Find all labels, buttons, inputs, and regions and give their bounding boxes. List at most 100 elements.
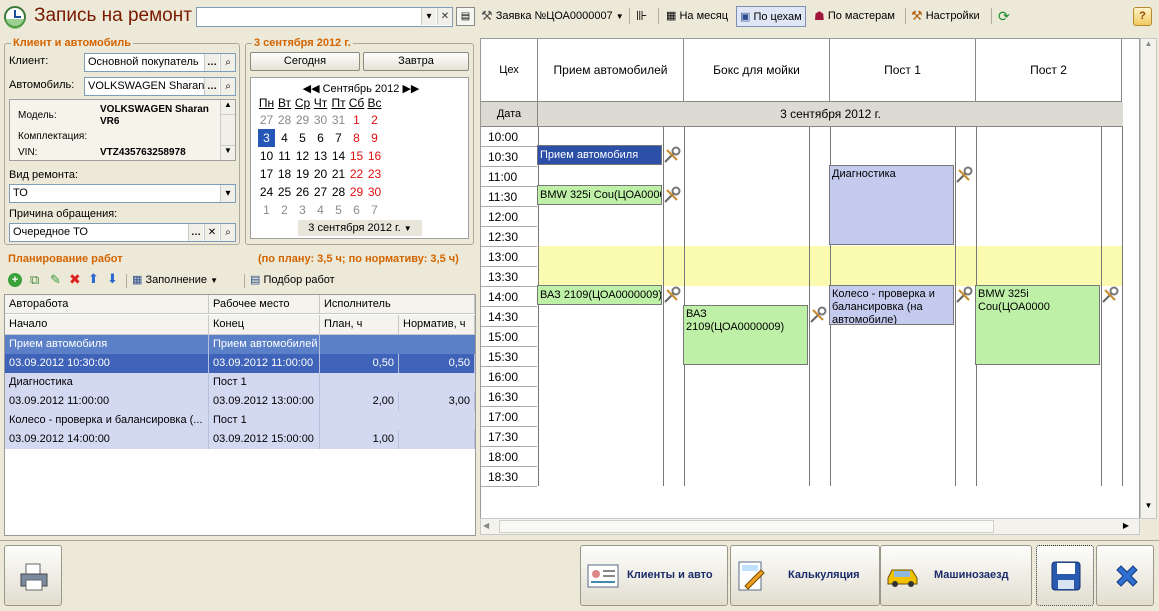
- calendar-day[interactable]: 4: [276, 129, 293, 147]
- clear-icon[interactable]: ✕: [204, 224, 219, 241]
- calendar-day[interactable]: 18: [276, 165, 293, 183]
- calendar-day[interactable]: 30: [366, 183, 383, 201]
- calendar-day[interactable]: 26: [294, 183, 311, 201]
- calendar-day[interactable]: 11: [276, 147, 293, 165]
- column-header[interactable]: Прием автомобилей: [538, 39, 684, 102]
- schedule-vscrollbar[interactable]: ▲ ▼: [1140, 38, 1157, 519]
- schedule-event[interactable]: Диагностика: [829, 165, 954, 245]
- repair-tool-icon[interactable]: [663, 146, 681, 164]
- calendar-day[interactable]: 13: [312, 147, 329, 165]
- calendar-day[interactable]: 7: [330, 129, 347, 147]
- table-cell[interactable]: Прием автомобилей: [209, 335, 320, 354]
- table-cell[interactable]: 03.09.2012 11:00:00: [209, 354, 320, 373]
- scroll-up-icon[interactable]: ▲: [221, 100, 235, 115]
- table-cell[interactable]: 3,00: [399, 392, 475, 411]
- scroll-up-icon[interactable]: ▲: [1141, 39, 1156, 56]
- calendar-day[interactable]: 7: [366, 201, 383, 219]
- pick-works-button[interactable]: ▤ Подбор работ: [250, 273, 335, 286]
- edit-icon[interactable]: ✎: [50, 272, 61, 288]
- calendar-day[interactable]: 30: [312, 111, 329, 129]
- table-cell[interactable]: 0,50: [399, 354, 475, 373]
- scroll-right-icon[interactable]: ▶: [1123, 521, 1129, 530]
- table-cell[interactable]: 03.09.2012 15:00:00: [209, 430, 320, 449]
- search-icon[interactable]: ⌕: [220, 54, 235, 71]
- structure-button[interactable]: ⊪: [636, 6, 652, 26]
- save-button[interactable]: [1036, 545, 1094, 606]
- col-end[interactable]: Конец: [209, 315, 320, 335]
- col-norm[interactable]: Норматив, ч: [399, 315, 475, 335]
- table-cell[interactable]: Пост 1: [209, 373, 320, 392]
- dropdown-icon[interactable]: ▾: [421, 8, 436, 25]
- ellipsis-icon[interactable]: …: [188, 224, 203, 241]
- calendar-day[interactable]: 10: [258, 147, 275, 165]
- repair-tool-icon[interactable]: [955, 286, 973, 304]
- calendar-day[interactable]: 5: [330, 201, 347, 219]
- calendar-day[interactable]: 24: [258, 183, 275, 201]
- request-button[interactable]: ⚒ Заявка №ЦОА0000007 ▼: [481, 6, 624, 26]
- today-button[interactable]: Сегодня: [250, 52, 360, 71]
- schedule-hscrollbar[interactable]: ◀ ▶: [480, 518, 1140, 535]
- ellipsis-icon[interactable]: …: [204, 54, 219, 71]
- calendar-day[interactable]: 8: [348, 129, 365, 147]
- table-cell[interactable]: [399, 430, 475, 449]
- calendar-day[interactable]: 20: [312, 165, 329, 183]
- repair-tool-icon[interactable]: [1101, 286, 1119, 304]
- repair-tool-icon[interactable]: [809, 306, 827, 324]
- table-cell[interactable]: Колесо - проверка и балансировка (...: [5, 411, 209, 430]
- col-plan[interactable]: План, ч: [320, 315, 399, 335]
- table-cell[interactable]: 0,50: [320, 354, 399, 373]
- schedule-event[interactable]: Прием автомобиля: [537, 145, 662, 165]
- calendar-day[interactable]: 16: [366, 147, 383, 165]
- add-icon[interactable]: +: [8, 273, 22, 287]
- calculation-button[interactable]: Калькуляция: [730, 545, 880, 606]
- delete-icon[interactable]: ✖: [69, 271, 81, 288]
- calendar-day[interactable]: 9: [366, 129, 383, 147]
- tomorrow-button[interactable]: Завтра: [363, 52, 469, 71]
- calendar-day[interactable]: 21: [330, 165, 347, 183]
- table-cell[interactable]: Пост 1: [209, 411, 320, 430]
- calendar-day[interactable]: 3: [294, 201, 311, 219]
- calendar-day[interactable]: 22: [348, 165, 365, 183]
- by-shop-button[interactable]: ▣ По цехам: [736, 6, 806, 27]
- column-header[interactable]: Пост 1: [830, 39, 976, 102]
- schedule-event[interactable]: BMW 325i Cou(ЦОА0000: [537, 185, 662, 205]
- table-cell[interactable]: 03.09.2012 11:00:00: [5, 392, 209, 411]
- close-button[interactable]: [1096, 545, 1154, 606]
- calendar-day[interactable]: 1: [258, 201, 275, 219]
- column-header[interactable]: Пост 2: [976, 39, 1122, 102]
- choose-icon[interactable]: ▤: [456, 7, 475, 26]
- scroll-down-icon[interactable]: ▼: [1141, 501, 1156, 518]
- table-cell[interactable]: Прием автомобиля: [5, 335, 209, 354]
- calendar-day[interactable]: 31: [330, 111, 347, 129]
- next-month-icon[interactable]: ▶▶: [402, 83, 419, 95]
- table-cell[interactable]: Диагностика: [5, 373, 209, 392]
- calendar-day[interactable]: 5: [294, 129, 311, 147]
- calendar-day[interactable]: 2: [276, 201, 293, 219]
- schedule-event[interactable]: BMW 325i Cou(ЦОА0000: [975, 285, 1100, 365]
- calendar-day[interactable]: 15: [348, 147, 365, 165]
- month-button[interactable]: ▦ На месяц: [666, 6, 728, 26]
- scroll-thumb[interactable]: [499, 520, 994, 533]
- calendar-day[interactable]: 27: [258, 111, 275, 129]
- calendar-day[interactable]: 3: [258, 129, 275, 147]
- repair-tool-icon[interactable]: [663, 186, 681, 204]
- search-icon[interactable]: ⌕: [220, 78, 235, 95]
- calendar-day[interactable]: 19: [294, 165, 311, 183]
- calendar-day[interactable]: 4: [312, 201, 329, 219]
- col-start[interactable]: Начало: [5, 315, 209, 335]
- refresh-button[interactable]: ⟳: [998, 6, 1010, 26]
- dropdown-icon[interactable]: ▾: [220, 185, 235, 202]
- calendar-day[interactable]: 25: [276, 183, 293, 201]
- selected-date-field[interactable]: 3 сентября 2012 г. ▼: [298, 220, 422, 236]
- by-master-button[interactable]: ☗ По мастерам: [814, 6, 895, 26]
- print-button[interactable]: [4, 545, 62, 606]
- calendar-day[interactable]: 27: [312, 183, 329, 201]
- calendar-day[interactable]: 12: [294, 147, 311, 165]
- column-header[interactable]: Бокс для мойки: [684, 39, 830, 102]
- table-cell[interactable]: 2,00: [320, 392, 399, 411]
- settings-button[interactable]: ⚒ Настройки: [911, 6, 980, 26]
- scroll-down-icon[interactable]: ▼: [221, 145, 235, 160]
- client-field[interactable]: Основной покупатель … ⌕: [84, 53, 236, 72]
- calendar-day[interactable]: 6: [312, 129, 329, 147]
- car-field[interactable]: VOLKSWAGEN Sharan … ⌕: [84, 77, 236, 96]
